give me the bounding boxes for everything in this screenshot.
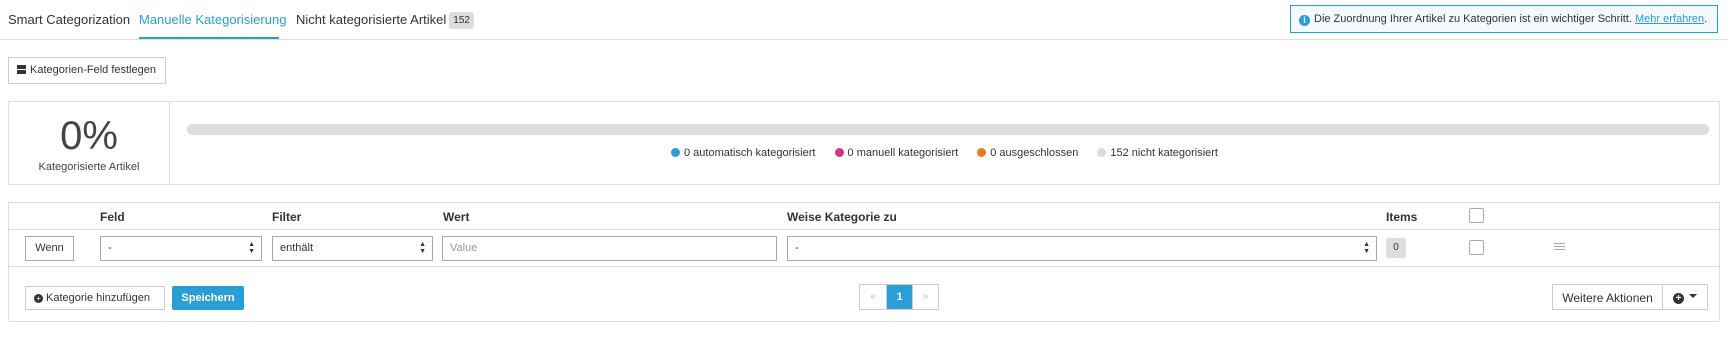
uncategorized-count-badge: 152 <box>449 12 474 29</box>
tab-uncategorized-label: Nicht kategorisierte Artikel <box>296 12 447 27</box>
tab-manual-categorization[interactable]: Manuelle Kategorisierung <box>139 12 286 27</box>
set-category-field-button[interactable]: Kategorien-Feld festlegen <box>8 57 166 84</box>
header-field: Feld <box>100 210 125 224</box>
stats-summary: 0% Kategorisierte Artikel <box>9 102 170 184</box>
active-tab-indicator <box>139 37 279 39</box>
category-select[interactable]: - ▲ ▼ <box>787 236 1377 261</box>
category-rules-panel: Feld Filter Wert Weise Kategorie zu Item… <box>8 202 1720 322</box>
field-select-value: - <box>108 242 112 254</box>
field-list-icon <box>17 65 26 74</box>
legend-excluded: 0 ausgeschlossen <box>977 147 1078 159</box>
info-suffix: . <box>1704 13 1708 25</box>
value-input[interactable]: Value <box>442 236 777 261</box>
add-category-button[interactable]: + Kategorie hinzufügen <box>25 286 165 310</box>
set-category-field-label: Kategorien-Feld festlegen <box>30 64 156 76</box>
prev-page-button[interactable]: « <box>860 285 886 309</box>
filter-select[interactable]: enthält ▲ ▼ <box>272 236 433 261</box>
drag-handle-icon[interactable] <box>1554 243 1565 252</box>
select-arrows-icon: ▲ ▼ <box>248 241 255 255</box>
pagination: « 1 » <box>859 284 939 310</box>
row-select-checkbox[interactable] <box>1469 240 1484 255</box>
caret-down-icon <box>1689 294 1697 298</box>
legend-manual: 0 manuell kategorisiert <box>834 147 959 159</box>
value-input-placeholder: Value <box>450 242 478 254</box>
select-arrows-icon: ▲ ▼ <box>1363 241 1370 255</box>
select-all-checkbox[interactable] <box>1469 208 1484 223</box>
categorization-stats-panel: 0% Kategorisierte Artikel 0 automatisch … <box>8 101 1720 185</box>
category-select-value: - <box>795 242 799 254</box>
categorized-label: Kategorisierte Artikel <box>38 161 140 173</box>
rules-header-row: Feld Filter Wert Weise Kategorie zu Item… <box>9 203 1719 230</box>
header-value: Wert <box>443 210 470 224</box>
header-category: Weise Kategorie zu <box>787 210 897 224</box>
info-icon: i <box>1299 15 1310 26</box>
legend-auto-label: 0 automatisch kategorisiert <box>684 147 816 159</box>
page-1-button[interactable]: 1 <box>886 285 912 309</box>
filter-select-value: enthält <box>280 242 314 254</box>
condition-button[interactable]: Wenn <box>25 236 74 261</box>
plus-circle-icon: + <box>1673 293 1684 304</box>
legend-uncategorized-label: 152 nicht kategorisiert <box>1110 147 1218 159</box>
legend-manual-dot <box>834 148 844 157</box>
select-arrows-icon: ▲ ▼ <box>419 241 426 255</box>
add-category-label: Kategorie hinzufügen <box>46 292 150 304</box>
items-count-badge: 0 <box>1386 238 1406 258</box>
tab-smart-categorization[interactable]: Smart Categorization <box>8 12 130 27</box>
header-items: Items <box>1386 210 1418 224</box>
categorization-progress-bar <box>187 124 1709 135</box>
legend-excluded-dot <box>977 148 987 157</box>
info-banner: i Die Zuordnung Ihrer Artikel zu Kategori… <box>1290 5 1718 33</box>
legend-auto: 0 automatisch kategorisiert <box>671 147 815 159</box>
legend-uncategorized: 152 nicht kategorisiert <box>1097 147 1218 159</box>
legend-uncategorized-dot <box>1097 148 1107 157</box>
learn-more-link[interactable]: Mehr erfahren <box>1635 13 1704 25</box>
field-select[interactable]: - ▲ ▼ <box>100 236 262 261</box>
legend-manual-label: 0 manuell kategorisiert <box>847 147 959 159</box>
save-button[interactable]: Speichern <box>172 286 244 310</box>
legend-auto-dot <box>671 148 680 157</box>
add-options-dropdown[interactable]: + <box>1662 284 1708 310</box>
header-filter: Filter <box>272 210 302 224</box>
legend-excluded-label: 0 ausgeschlossen <box>990 147 1079 159</box>
tab-uncategorized-items[interactable]: Nicht kategorisierte Artikel 152 <box>296 12 474 29</box>
next-page-button[interactable]: » <box>912 285 938 309</box>
rule-row: Wenn - ▲ ▼ enthält ▲ ▼ Value - ▲ ▼ 0 <box>9 230 1719 267</box>
info-text: Die Zuordnung Ihrer Artikel zu Kategorie… <box>1314 13 1632 25</box>
more-actions-button[interactable]: Weitere Aktionen <box>1552 284 1663 310</box>
progress-legend: 0 automatisch kategorisiert 0 manuell ka… <box>9 147 1719 159</box>
plus-circle-icon: + <box>34 294 43 303</box>
